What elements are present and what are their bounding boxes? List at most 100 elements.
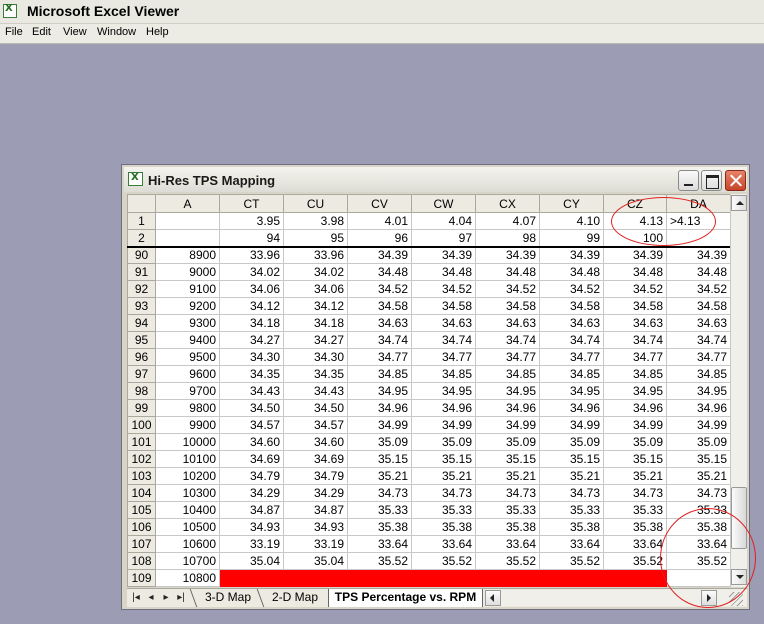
cell[interactable]: 34.35 xyxy=(219,365,284,383)
cell[interactable]: 34.99 xyxy=(603,416,667,434)
cell[interactable]: 34.58 xyxy=(539,297,604,315)
row-header[interactable]: 90 xyxy=(127,246,156,264)
cell[interactable]: 99 xyxy=(539,229,604,248)
cell[interactable]: 34.63 xyxy=(475,314,540,332)
cell[interactable]: 34.52 xyxy=(475,280,540,298)
row-header[interactable]: 95 xyxy=(127,331,156,349)
cell[interactable]: 34.69 xyxy=(219,450,284,468)
cell[interactable]: 34.99 xyxy=(475,416,540,434)
row-header[interactable]: 98 xyxy=(127,382,156,400)
cell[interactable]: 34.85 xyxy=(603,365,667,383)
cell[interactable]: 35.38 xyxy=(666,518,730,536)
cell[interactable]: 35.38 xyxy=(539,518,604,536)
cell[interactable]: 34.87 xyxy=(283,501,348,519)
cell[interactable]: 34.77 xyxy=(347,348,412,366)
cell[interactable]: 34.95 xyxy=(347,382,412,400)
cell[interactable]: 35.09 xyxy=(411,433,476,451)
next-sheet-icon[interactable]: ▸ xyxy=(159,592,173,603)
cell[interactable]: 34.63 xyxy=(666,314,730,332)
cell[interactable]: 35.52 xyxy=(603,552,667,570)
cell[interactable]: 34.39 xyxy=(666,246,730,264)
cell[interactable]: 35.15 xyxy=(539,450,604,468)
scroll-right-button[interactable] xyxy=(701,590,717,606)
cell[interactable]: 35.04 xyxy=(219,552,284,570)
row-header[interactable]: 97 xyxy=(127,365,156,383)
cell[interactable]: 34.60 xyxy=(219,433,284,451)
row-header[interactable]: 94 xyxy=(127,314,156,332)
cell[interactable]: 10000 xyxy=(155,433,220,451)
column-header[interactable]: CU xyxy=(283,194,348,213)
cell[interactable]: 35.15 xyxy=(666,450,730,468)
cell[interactable]: 96 xyxy=(347,229,412,248)
menu-help[interactable]: Help xyxy=(143,26,172,38)
cell[interactable]: 4.04 xyxy=(411,212,476,230)
cell[interactable]: 34.27 xyxy=(219,331,284,349)
cell[interactable]: 33.64 xyxy=(411,535,476,553)
cell[interactable]: 98 xyxy=(475,229,540,248)
workbook-title-bar[interactable]: Hi-Res TPS Mapping xyxy=(124,167,747,192)
scroll-left-button[interactable] xyxy=(485,590,501,606)
cell[interactable] xyxy=(155,229,220,248)
cell[interactable]: 9400 xyxy=(155,331,220,349)
cell[interactable]: 35.21 xyxy=(539,467,604,485)
cell[interactable]: 34.30 xyxy=(283,348,348,366)
cell[interactable]: 34.73 xyxy=(603,484,667,502)
row-header[interactable]: 99 xyxy=(127,399,156,417)
cell[interactable]: 3.95 xyxy=(219,212,284,230)
cell[interactable]: 33.96 xyxy=(283,246,348,264)
cell[interactable]: 97 xyxy=(411,229,476,248)
sheet-tab-tps-percentage[interactable]: TPS Percentage vs. RPM xyxy=(328,589,483,607)
cell[interactable]: 34.63 xyxy=(411,314,476,332)
cell[interactable]: 35.21 xyxy=(666,467,730,485)
cell[interactable]: 34.48 xyxy=(347,263,412,281)
cell[interactable]: 35.33 xyxy=(347,501,412,519)
cell[interactable]: 34.74 xyxy=(347,331,412,349)
cell[interactable]: 34.50 xyxy=(283,399,348,417)
cell[interactable]: 9100 xyxy=(155,280,220,298)
row-header[interactable]: 92 xyxy=(127,280,156,298)
cell[interactable]: 9800 xyxy=(155,399,220,417)
column-header[interactable]: CY xyxy=(539,194,604,213)
cell[interactable]: 34.85 xyxy=(539,365,604,383)
cell[interactable]: 34.52 xyxy=(603,280,667,298)
cell[interactable]: 33.96 xyxy=(219,246,284,264)
cell[interactable]: 35.21 xyxy=(347,467,412,485)
cell[interactable]: 34.77 xyxy=(539,348,604,366)
column-header[interactable]: A xyxy=(155,194,220,213)
cell[interactable]: 34.73 xyxy=(475,484,540,502)
row-header[interactable]: 108 xyxy=(127,552,156,570)
sheet-tab-3d-map[interactable]: 3-D Map xyxy=(196,589,260,607)
cell[interactable]: 35.15 xyxy=(603,450,667,468)
cell[interactable]: 34.96 xyxy=(475,399,540,417)
cell[interactable]: 34.43 xyxy=(283,382,348,400)
row-header[interactable]: 100 xyxy=(127,416,156,434)
cell[interactable]: 34.30 xyxy=(219,348,284,366)
cell[interactable] xyxy=(666,569,730,587)
cell[interactable]: 35.09 xyxy=(475,433,540,451)
cell[interactable]: 4.01 xyxy=(347,212,412,230)
cell[interactable]: 10600 xyxy=(155,535,220,553)
cell[interactable]: 35.09 xyxy=(603,433,667,451)
resize-grip-icon[interactable] xyxy=(729,592,743,606)
cell[interactable]: 34.85 xyxy=(475,365,540,383)
cell[interactable]: 34.43 xyxy=(219,382,284,400)
cell[interactable]: 100 xyxy=(603,229,667,248)
cell[interactable]: 35.15 xyxy=(475,450,540,468)
cell[interactable]: 34.02 xyxy=(219,263,284,281)
cell[interactable]: 34.48 xyxy=(603,263,667,281)
cell[interactable]: 34.77 xyxy=(475,348,540,366)
cell[interactable]: 35.09 xyxy=(539,433,604,451)
cell[interactable]: 34.77 xyxy=(411,348,476,366)
cell[interactable]: 34.12 xyxy=(219,297,284,315)
column-header[interactable]: CZ xyxy=(603,194,667,213)
cell[interactable]: 34.95 xyxy=(475,382,540,400)
cell[interactable]: 10400 xyxy=(155,501,220,519)
cell[interactable]: 34.96 xyxy=(603,399,667,417)
cell[interactable]: 34.77 xyxy=(666,348,730,366)
cell[interactable]: 35.38 xyxy=(475,518,540,536)
cell[interactable]: 33.64 xyxy=(539,535,604,553)
cell[interactable]: 10800 xyxy=(155,569,220,587)
cell[interactable]: 34.73 xyxy=(347,484,412,502)
cell[interactable]: 34.74 xyxy=(666,331,730,349)
cell[interactable]: 34.79 xyxy=(283,467,348,485)
